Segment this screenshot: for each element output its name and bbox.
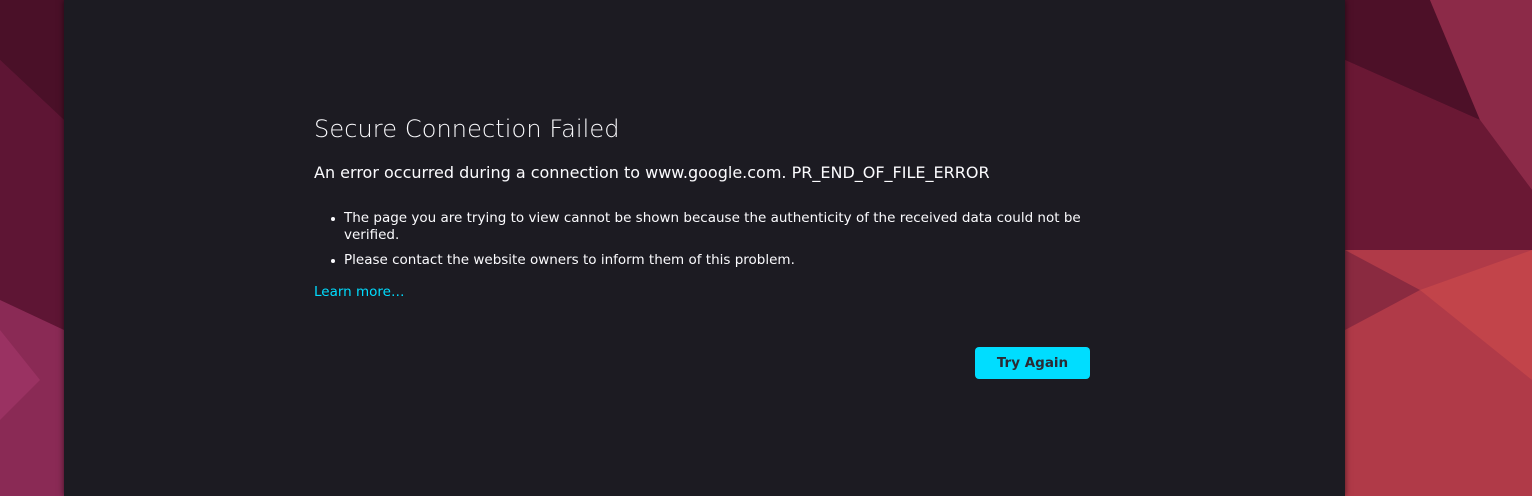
try-again-button[interactable]: Try Again [975, 347, 1090, 379]
list-item: The page you are trying to view cannot b… [331, 210, 1090, 244]
learn-more-link[interactable]: Learn more… [314, 284, 405, 300]
error-short-description: An error occurred during a connection to… [314, 163, 990, 182]
button-container: Try Again [975, 347, 1090, 379]
error-detail-text: The page you are trying to view cannot b… [344, 210, 1081, 243]
bullet-icon [331, 217, 335, 221]
desktop: Secure Connection Failed An error occurr… [0, 0, 1532, 496]
error-detail-text: Please contact the website owners to inf… [344, 252, 795, 268]
list-item: Please contact the website owners to inf… [331, 252, 1090, 269]
bullet-icon [331, 259, 335, 263]
page-title: Secure Connection Failed [314, 115, 620, 143]
error-details-list: The page you are trying to view cannot b… [314, 210, 1090, 269]
browser-content-area: Secure Connection Failed An error occurr… [64, 0, 1345, 496]
error-page-container: Secure Connection Failed An error occurr… [314, 112, 1090, 300]
